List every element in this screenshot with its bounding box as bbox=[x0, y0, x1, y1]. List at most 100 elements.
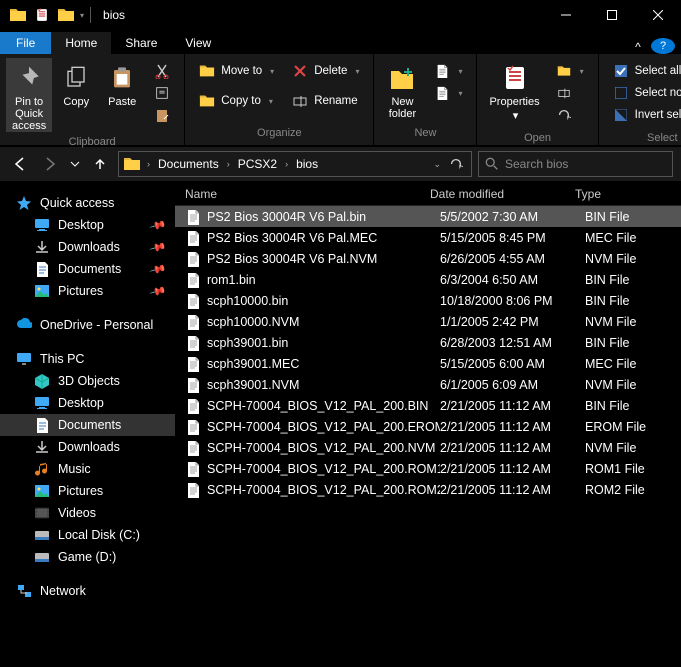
move-to-button[interactable]: Move to▾ bbox=[195, 60, 278, 82]
sidebar-item-music[interactable]: Music bbox=[0, 458, 175, 480]
tab-file[interactable]: File bbox=[0, 32, 51, 54]
file-row[interactable]: PS2 Bios 30004R V6 Pal.bin5/5/2002 7:30 … bbox=[175, 206, 681, 227]
qat-newfolder-icon[interactable] bbox=[54, 3, 78, 27]
star-icon bbox=[16, 195, 32, 211]
paste-shortcut-button[interactable] bbox=[150, 104, 174, 126]
tab-view[interactable]: View bbox=[171, 32, 225, 54]
select-none-icon bbox=[613, 85, 629, 101]
file-icon bbox=[185, 419, 201, 435]
minimize-button[interactable] bbox=[543, 0, 589, 30]
qat-properties-icon[interactable] bbox=[30, 3, 54, 27]
file-date: 2/21/2005 11:12 AM bbox=[440, 399, 585, 413]
sidebar-item-documents[interactable]: Documents📌 bbox=[0, 258, 175, 280]
sidebar-item-pc-documents[interactable]: Documents bbox=[0, 414, 175, 436]
file-row[interactable]: scph39001.bin6/28/2003 12:51 AMBIN File bbox=[175, 332, 681, 353]
file-row[interactable]: rom1.bin6/3/2004 6:50 AMBIN File bbox=[175, 269, 681, 290]
sidebar-item-3d-objects[interactable]: 3D Objects bbox=[0, 370, 175, 392]
col-header-date[interactable]: Date modified bbox=[430, 187, 575, 201]
select-none-button[interactable]: Select none bbox=[609, 82, 681, 104]
file-row[interactable]: scph10000.NVM1/1/2005 2:42 PMNVM File bbox=[175, 311, 681, 332]
sidebar-item-pc-pictures[interactable]: Pictures bbox=[0, 480, 175, 502]
group-label-clipboard: Clipboard bbox=[0, 136, 184, 148]
file-row[interactable]: scph10000.bin10/18/2000 8:06 PMBIN File bbox=[175, 290, 681, 311]
paste-button[interactable]: Paste bbox=[100, 58, 144, 108]
sidebar-item-pictures[interactable]: Pictures📌 bbox=[0, 280, 175, 302]
sidebar-item-videos[interactable]: Videos bbox=[0, 502, 175, 524]
file-icon bbox=[185, 482, 201, 498]
sidebar-item-downloads[interactable]: Downloads📌 bbox=[0, 236, 175, 258]
sidebar-item-local-disk-c[interactable]: Local Disk (C:) bbox=[0, 524, 175, 546]
sidebar-quick-access[interactable]: Quick access bbox=[0, 192, 175, 214]
maximize-button[interactable] bbox=[589, 0, 635, 30]
sidebar-item-pc-downloads[interactable]: Downloads bbox=[0, 436, 175, 458]
open-button[interactable]: ▾ bbox=[552, 60, 588, 82]
file-type: NVM File bbox=[585, 252, 681, 266]
ribbon-group-organize: Move to▾ Copy to▾ Delete▾ Rename Organiz… bbox=[185, 54, 374, 145]
close-button[interactable] bbox=[635, 0, 681, 30]
chevron-right-icon[interactable]: › bbox=[283, 159, 290, 169]
file-date: 2/21/2005 11:12 AM bbox=[440, 420, 585, 434]
sidebar-onedrive[interactable]: OneDrive - Personal bbox=[0, 314, 175, 336]
pin-to-quick-access-button[interactable]: Pin to Quick access bbox=[6, 58, 52, 132]
back-button[interactable] bbox=[8, 152, 32, 176]
help-button[interactable]: ? bbox=[651, 38, 675, 54]
file-row[interactable]: SCPH-70004_BIOS_V12_PAL_200.NVM2/21/2005… bbox=[175, 437, 681, 458]
chevron-right-icon[interactable]: › bbox=[225, 159, 232, 169]
file-row[interactable]: scph39001.MEC5/15/2005 6:00 AMMEC File bbox=[175, 353, 681, 374]
up-button[interactable] bbox=[88, 152, 112, 176]
file-type: BIN File bbox=[585, 273, 681, 287]
file-row[interactable]: scph39001.NVM6/1/2005 6:09 AMNVM File bbox=[175, 374, 681, 395]
sidebar-item-pc-desktop[interactable]: Desktop bbox=[0, 392, 175, 414]
cut-button[interactable] bbox=[150, 60, 174, 82]
sidebar-network[interactable]: Network bbox=[0, 580, 175, 602]
chevron-right-icon[interactable]: › bbox=[145, 159, 152, 169]
edit-button[interactable] bbox=[552, 82, 588, 104]
col-header-type[interactable]: Type bbox=[575, 187, 681, 201]
qat-dropdown[interactable]: ▾ bbox=[80, 11, 84, 20]
delete-button[interactable]: Delete▾ bbox=[288, 60, 363, 82]
file-date: 2/21/2005 11:12 AM bbox=[440, 483, 585, 497]
search-box[interactable]: Search bios bbox=[478, 151, 673, 177]
invert-selection-icon bbox=[613, 107, 629, 123]
properties-button[interactable]: Properties ▾ bbox=[483, 58, 545, 122]
copy-to-button[interactable]: Copy to▾ bbox=[195, 90, 278, 112]
copy-path-button[interactable] bbox=[150, 82, 174, 104]
delete-icon bbox=[292, 63, 308, 79]
copy-button[interactable]: Copy bbox=[54, 58, 98, 108]
tab-share[interactable]: Share bbox=[111, 32, 171, 54]
sidebar-item-desktop[interactable]: Desktop📌 bbox=[0, 214, 175, 236]
ribbon-collapse-button[interactable]: ^ bbox=[625, 40, 651, 54]
document-icon bbox=[34, 417, 50, 433]
tab-home[interactable]: Home bbox=[51, 32, 111, 54]
file-type: EROM File bbox=[585, 420, 681, 434]
new-folder-button[interactable]: New folder bbox=[380, 58, 424, 120]
col-header-name[interactable]: Name bbox=[175, 187, 430, 201]
address-dropdown[interactable]: ⌄ bbox=[431, 159, 443, 170]
invert-selection-button[interactable]: Invert selection bbox=[609, 104, 681, 126]
address-bar[interactable]: › Documents › PCSX2 › bios ⌄ bbox=[118, 151, 472, 177]
recent-locations-button[interactable] bbox=[68, 152, 82, 176]
file-row[interactable]: SCPH-70004_BIOS_V12_PAL_200.ROM12/21/200… bbox=[175, 458, 681, 479]
group-label-select: Select bbox=[599, 132, 681, 145]
qat-folder-icon[interactable] bbox=[6, 3, 30, 27]
file-row[interactable]: PS2 Bios 30004R V6 Pal.NVM6/26/2005 4:55… bbox=[175, 248, 681, 269]
rename-button[interactable]: Rename bbox=[288, 90, 363, 112]
file-row[interactable]: PS2 Bios 30004R V6 Pal.MEC5/15/2005 8:45… bbox=[175, 227, 681, 248]
new-item-button[interactable]: ▾ bbox=[430, 60, 466, 82]
pin-icon: 📌 bbox=[149, 260, 167, 278]
file-type: ROM2 File bbox=[585, 483, 681, 497]
sidebar-this-pc[interactable]: This PC bbox=[0, 348, 175, 370]
breadcrumb-seg[interactable]: PCSX2 bbox=[234, 157, 281, 171]
refresh-button[interactable] bbox=[445, 152, 467, 176]
forward-button[interactable] bbox=[38, 152, 62, 176]
file-row[interactable]: SCPH-70004_BIOS_V12_PAL_200.ROM22/21/200… bbox=[175, 479, 681, 500]
history-button[interactable] bbox=[552, 104, 588, 126]
easy-access-button[interactable]: ▾ bbox=[430, 82, 466, 104]
select-all-button[interactable]: Select all bbox=[609, 60, 681, 82]
file-row[interactable]: SCPH-70004_BIOS_V12_PAL_200.BIN2/21/2005… bbox=[175, 395, 681, 416]
new-folder-icon bbox=[386, 62, 418, 94]
breadcrumb-seg[interactable]: Documents bbox=[154, 157, 223, 171]
breadcrumb-seg[interactable]: bios bbox=[292, 157, 322, 171]
file-row[interactable]: SCPH-70004_BIOS_V12_PAL_200.EROM2/21/200… bbox=[175, 416, 681, 437]
sidebar-item-game-d[interactable]: Game (D:) bbox=[0, 546, 175, 568]
